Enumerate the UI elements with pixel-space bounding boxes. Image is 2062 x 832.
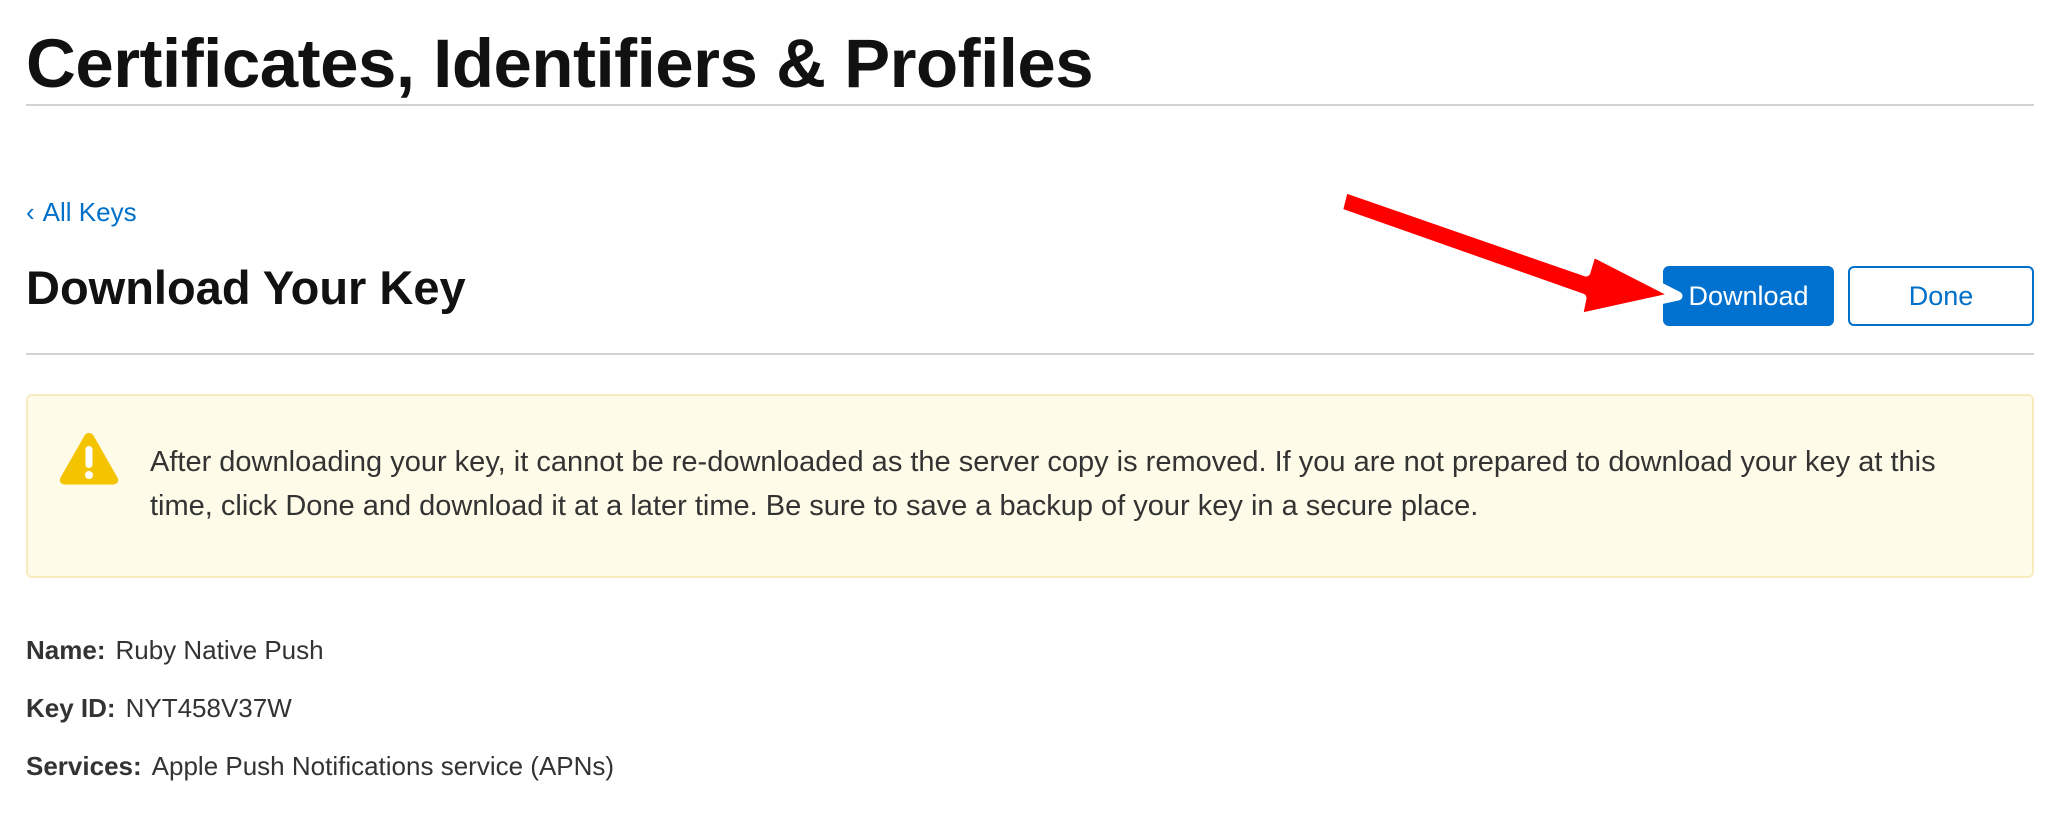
detail-services-row: Services: Apple Push Notifications servic…	[26, 748, 614, 784]
detail-services-value: Apple Push Notifications service (APNs)	[151, 751, 615, 781]
alert-message: After downloading your key, it cannot be…	[150, 446, 1936, 522]
detail-name-row: Name: Ruby Native Push	[26, 632, 324, 668]
download-button[interactable]: Download	[1663, 266, 1834, 326]
warning-alert: After downloading your key, it cannot be…	[26, 394, 2034, 578]
section-title: Download Your Key	[26, 261, 466, 314]
detail-name-label: Name:	[26, 635, 106, 665]
page-title: Certificates, Identifiers & Profiles	[26, 25, 1094, 102]
chevron-left-icon: ‹	[26, 197, 35, 227]
back-link-label: All Keys	[42, 197, 137, 227]
detail-services-label: Services:	[26, 751, 142, 781]
section-divider	[26, 353, 2034, 355]
detail-key-id-label: Key ID:	[26, 693, 116, 723]
title-divider	[26, 104, 2034, 106]
warning-triangle-icon	[59, 433, 119, 485]
page: Certificates, Identifiers & Profiles ‹ Al…	[26, 0, 2034, 832]
annotation-arrow-icon	[1333, 183, 1683, 318]
detail-key-id-row: Key ID: NYT458V37W	[26, 690, 292, 726]
back-to-all-keys-link[interactable]: ‹ All Keys	[26, 194, 137, 230]
detail-key-id-value: NYT458V37W	[125, 693, 292, 723]
detail-name-value: Ruby Native Push	[115, 635, 324, 665]
done-button[interactable]: Done	[1848, 266, 2034, 326]
